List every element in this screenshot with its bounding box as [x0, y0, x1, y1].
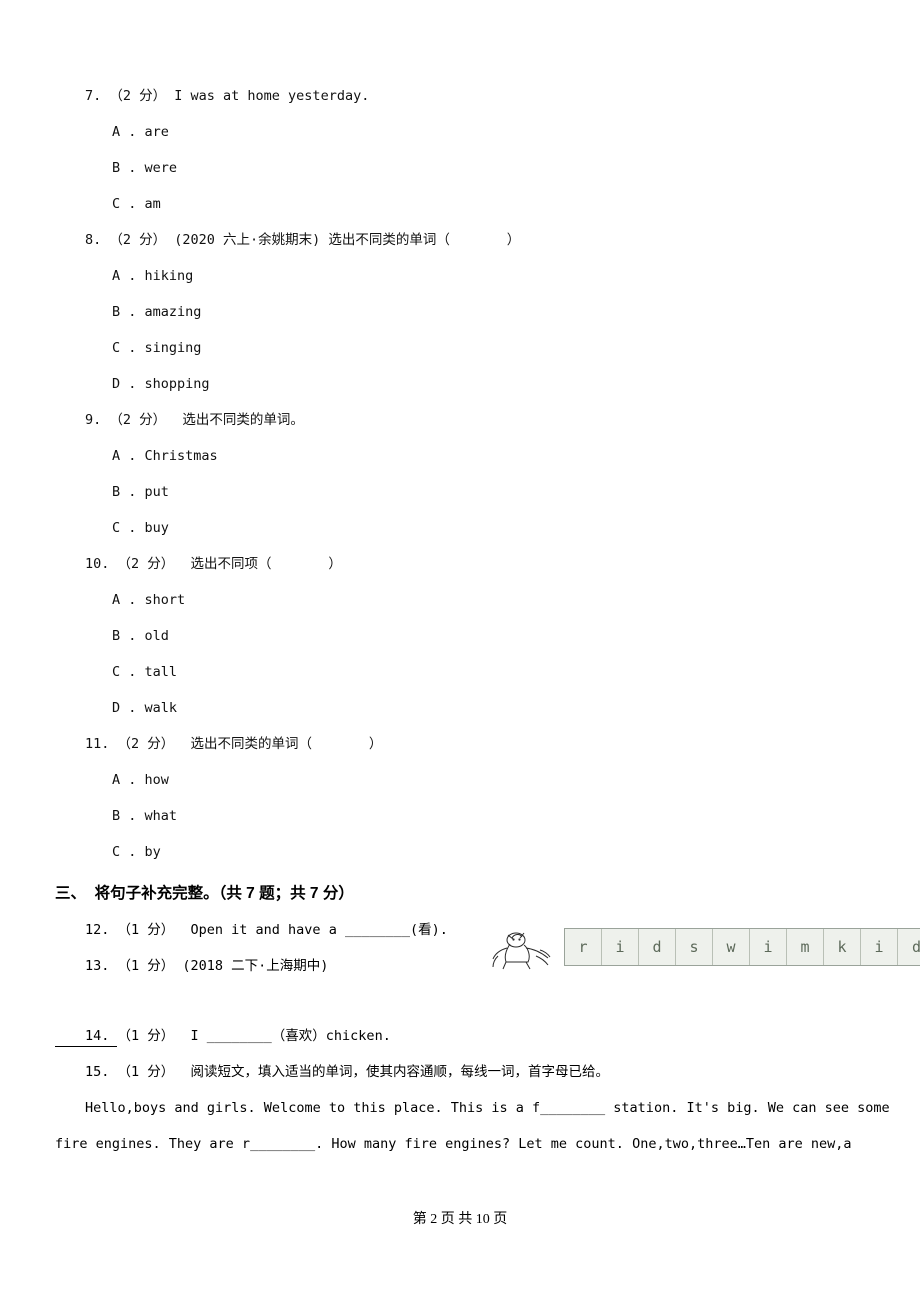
question-option: C . by — [112, 844, 161, 860]
passage-line: Hello,boys and girls. Welcome to this pl… — [85, 1100, 890, 1116]
question-option: D . shopping — [112, 376, 210, 392]
question-option: B . amazing — [112, 304, 202, 320]
section-heading: 三、 将句子补充完整。（共 7 题；共 7 分） — [55, 885, 354, 902]
question-option: A . hiking — [112, 268, 194, 284]
letter-tile: s — [676, 929, 713, 965]
letter-tiles: r i d s w i m k i d — [564, 928, 920, 966]
letter-tile: i — [602, 929, 639, 965]
letter-tile: m — [787, 929, 824, 965]
question-option: A . how — [112, 772, 169, 788]
question-option: C . am — [112, 196, 161, 212]
page-footer: 第 2 页 共 10 页 — [412, 1212, 508, 1227]
fill-question-15: 15. （1 分） 阅读短文，填入适当的单词，使其内容通顺，每线一词，首字母已给… — [85, 1064, 610, 1080]
question-stem: 8. （2 分） (2020 六上·余姚期末) 选出不同类的单词（ ） — [85, 232, 521, 248]
question-option: A . short — [112, 592, 186, 608]
clipart-icon — [490, 926, 558, 972]
fill-question-13-text: 13. （1 分） (2018 二下·上海期中) — [85, 958, 329, 974]
question-option: B . old — [112, 628, 169, 644]
letter-tiles-group: r i d s w i m k i d — [490, 924, 920, 970]
question-option: B . what — [112, 808, 178, 824]
fill-question-14: 14. （1 分） I ________（喜欢）chicken. — [85, 1028, 391, 1044]
letter-tile: k — [824, 929, 861, 965]
question-stem: 10. （2 分） 选出不同项（ ） — [85, 556, 342, 572]
answer-blank-line — [55, 1046, 117, 1047]
letter-tile: w — [713, 929, 750, 965]
question-stem: 11. （2 分） 选出不同类的单词（ ） — [85, 736, 383, 752]
letter-tile: i — [861, 929, 898, 965]
question-option: C . singing — [112, 340, 202, 356]
question-option: C . buy — [112, 520, 169, 536]
question-option: A . are — [112, 124, 169, 140]
question-option: C . tall — [112, 664, 178, 680]
letter-tile: r — [565, 929, 602, 965]
letter-tile: d — [639, 929, 676, 965]
passage-line: fire engines. They are r________. How ma… — [55, 1136, 852, 1152]
letter-tile: d — [911, 938, 920, 956]
document-page: 7. （2 分） I was at home yesterday. A . ar… — [0, 0, 920, 1302]
question-content: 7. （2 分） I was at home yesterday. A . ar… — [55, 78, 920, 1162]
question-option: B . put — [112, 484, 169, 500]
question-option: B . were — [112, 160, 178, 176]
letter-tile: i — [750, 929, 787, 965]
question-option: A . Christmas — [112, 448, 218, 464]
question-option: D . walk — [112, 700, 178, 716]
question-stem: 7. （2 分） I was at home yesterday. — [85, 88, 370, 104]
fill-question-13: 13. （1 分） (2018 二下·上海期中) r i d s w i m k… — [55, 928, 920, 984]
question-stem: 9. （2 分） 选出不同类的单词。 — [85, 412, 304, 428]
